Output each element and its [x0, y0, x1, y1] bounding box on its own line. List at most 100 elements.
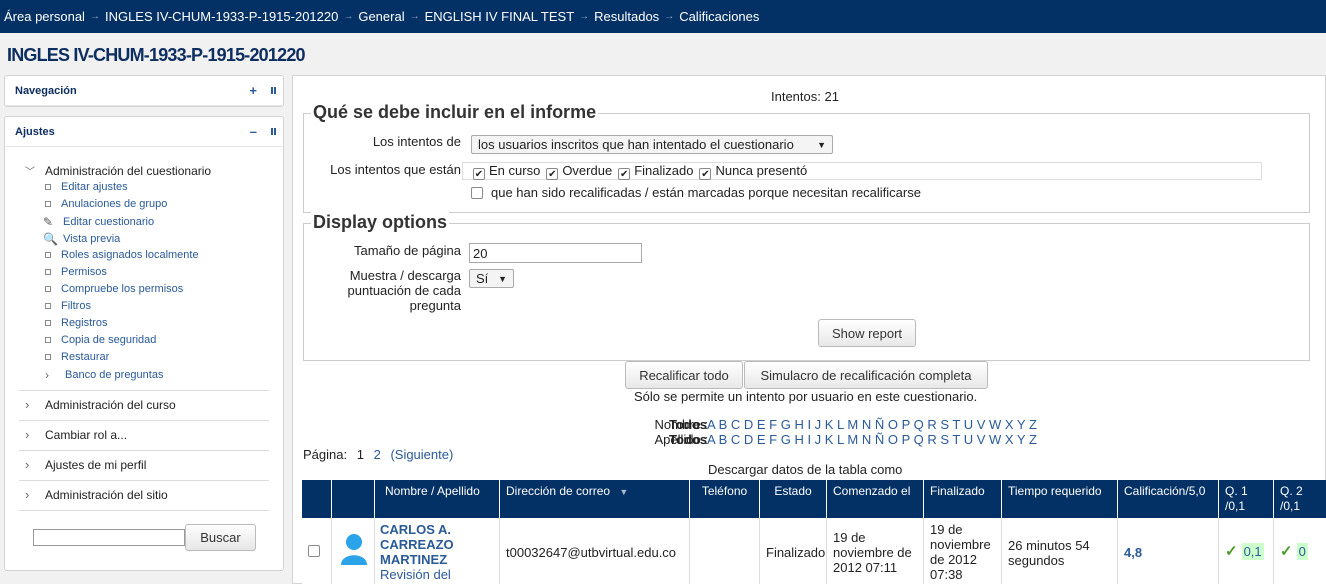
checkbox-checked-icon[interactable]: ✔: [618, 167, 631, 180]
first-name-initials: TodosA B C D E F G H I J K L M N Ñ O P Q…: [669, 417, 1037, 432]
settings-section-label: Ajustes de mi perfil: [45, 457, 147, 472]
header-finished[interactable]: Finalizado: [924, 480, 1002, 518]
expand-icon[interactable]: +: [249, 83, 257, 98]
attempts-from-select[interactable]: los usuarios inscritos que han intentado…: [471, 135, 833, 154]
breadcrumb-item[interactable]: ENGLISH IV FINAL TEST: [425, 9, 575, 24]
grade-link[interactable]: 4,8: [1124, 545, 1142, 560]
settings-section-label: Administración del sitio: [45, 487, 168, 502]
chevron-right-icon: ›: [25, 457, 30, 472]
settings-section[interactable]: › Ajustes de mi perfil: [25, 457, 146, 472]
bullet-icon: [45, 303, 51, 309]
header-select: [302, 480, 332, 518]
dock-icon[interactable]: [271, 128, 276, 135]
quiz-admin-item[interactable]: › Banco de preguntas: [43, 368, 163, 382]
show-marks-select[interactable]: Sí ▼: [469, 269, 514, 288]
first-name-letters[interactable]: A B C D E F G H I J K L M N Ñ O P Q R S …: [707, 417, 1037, 432]
checkbox-checked-icon[interactable]: ✔: [699, 167, 712, 180]
review-attempt-link[interactable]: Revisión del intento: [380, 567, 451, 584]
settings-section[interactable]: › Administración del sitio: [25, 487, 168, 502]
show-report-button[interactable]: Show report: [818, 319, 916, 347]
cell-name: CARLOS A. CARREAZO MARTINEZ Revisión del…: [375, 518, 500, 584]
table-row: CARLOS A. CARREAZO MARTINEZ Revisión del…: [302, 518, 1326, 584]
page-link-2[interactable]: 2: [374, 447, 381, 462]
state-overdue[interactable]: ✔ Overdue: [546, 163, 612, 180]
header-grade[interactable]: Calificación/5,0: [1118, 480, 1219, 518]
user-name-link[interactable]: CARLOS A. CARREAZO MARTINEZ: [380, 522, 454, 567]
bullet-icon: [45, 354, 51, 360]
quiz-admin-item[interactable]: Permisos: [43, 266, 107, 278]
quiz-admin-item[interactable]: 🔍 Vista previa: [43, 232, 120, 246]
regrade-all-button[interactable]: Recalificar todo: [625, 361, 743, 389]
dry-run-regrade-button[interactable]: Simulacro de recalificación completa: [744, 361, 988, 389]
breadcrumb-item[interactable]: Calificaciones: [679, 9, 759, 24]
quiz-admin-item[interactable]: Anulaciones de grupo: [43, 198, 167, 210]
quiz-admin-item[interactable]: Restaurar: [43, 351, 109, 363]
attempts-count: Intentos: 21: [771, 89, 839, 104]
tree-item-quiz-admin[interactable]: ﹀ Administración del cuestionario: [25, 163, 211, 179]
checkbox-checked-icon[interactable]: ✔: [473, 167, 485, 180]
breadcrumb-item[interactable]: Área personal: [4, 9, 85, 24]
quiz-admin-item[interactable]: Filtros: [43, 300, 91, 312]
user-avatar-icon[interactable]: [340, 532, 368, 566]
quiz-admin-item[interactable]: Copia de seguridad: [43, 334, 156, 346]
header-name[interactable]: Nombre / Apellido: [375, 480, 500, 518]
state-abandoned[interactable]: ✔ Nunca presentó: [699, 163, 807, 180]
breadcrumb-item[interactable]: Resultados: [594, 9, 659, 24]
settings-block-header[interactable]: Ajustes –: [5, 117, 283, 147]
page-title: INGLES IV-CHUM-1933-P-1915-201220: [7, 45, 306, 65]
quiz-admin-item-label: Editar ajustes: [61, 181, 128, 193]
header-state[interactable]: Estado: [760, 480, 827, 518]
chevron-right-icon: ›: [25, 397, 30, 412]
quiz-admin-item[interactable]: ✎ Editar cuestionario: [43, 215, 154, 229]
settings-section[interactable]: › Cambiar rol a...: [25, 427, 127, 442]
last-name-letters[interactable]: A B C D E F G H I J K L M N Ñ O P Q R S …: [707, 432, 1037, 447]
divider: [19, 510, 269, 511]
state-in-progress[interactable]: ✔ En curso: [473, 163, 540, 180]
bullet-icon: [45, 286, 51, 292]
cell-grade: 4,8: [1118, 518, 1219, 584]
header-duration[interactable]: Tiempo requerido: [1002, 480, 1118, 518]
quiz-admin-item[interactable]: Registros: [43, 317, 107, 329]
navigation-block-title: Navegación: [15, 84, 77, 97]
last-name-initials: TodosA B C D E F G H I J K L M N Ñ O P Q…: [669, 432, 1037, 447]
breadcrumb-separator-icon: →: [89, 11, 100, 22]
chevron-right-icon: ›: [45, 368, 49, 382]
q1-grade-link[interactable]: 0,1: [1241, 543, 1264, 560]
display-legend: Display options: [311, 212, 450, 233]
breadcrumb-item[interactable]: INGLES IV-CHUM-1933-P-1915-201220: [105, 9, 338, 24]
checkbox-checked-icon[interactable]: ✔: [546, 167, 559, 180]
navigation-block-header[interactable]: Navegación +: [5, 76, 283, 106]
quiz-admin-item[interactable]: Editar ajustes: [43, 181, 128, 193]
quiz-admin-item-label: Anulaciones de grupo: [61, 198, 168, 210]
state-finished[interactable]: ✔ Finalizado: [618, 163, 693, 180]
one-attempt-note: Sólo se permite un intento por usuario e…: [634, 389, 978, 404]
checkbox-unchecked-icon[interactable]: [471, 187, 483, 199]
collapse-icon[interactable]: –: [250, 124, 257, 139]
page-next-link[interactable]: (Siguiente): [390, 447, 453, 462]
row-checkbox[interactable]: [308, 545, 320, 557]
breadcrumb-item[interactable]: General: [358, 9, 404, 24]
bullet-icon: [45, 201, 51, 207]
bullet-icon: [45, 337, 51, 343]
dock-icon[interactable]: [271, 87, 276, 94]
search-button[interactable]: Buscar: [185, 524, 256, 551]
page-size-input[interactable]: [469, 243, 642, 263]
header-started[interactable]: Comenzado el: [827, 480, 924, 518]
pagination: Página: 1 2 (Siguiente): [303, 447, 453, 462]
last-name-all[interactable]: Todos: [669, 432, 707, 447]
correct-check-icon: ✓: [1280, 543, 1293, 560]
quiz-admin-item[interactable]: Compruebe los permisos: [43, 283, 183, 295]
quiz-admin-item-label: Copia de seguridad: [61, 334, 157, 346]
quiz-admin-item-label: Permisos: [61, 266, 107, 278]
header-email[interactable]: Dirección de correo ▼: [500, 480, 690, 518]
first-name-all[interactable]: Todos: [669, 417, 707, 432]
search-input[interactable]: [33, 529, 185, 546]
divider: [19, 390, 269, 391]
q2-grade-link[interactable]: 0: [1296, 543, 1308, 560]
header-q2[interactable]: Q. 2 /0,1: [1274, 480, 1326, 518]
regrade-filter[interactable]: que han sido recalificadas / están marca…: [471, 185, 921, 200]
quiz-admin-item[interactable]: Roles asignados localmente: [43, 249, 199, 261]
header-phone[interactable]: Teléfono: [690, 480, 760, 518]
header-q1[interactable]: Q. 1 /0,1: [1219, 480, 1274, 518]
settings-section[interactable]: › Administración del curso: [25, 397, 176, 412]
